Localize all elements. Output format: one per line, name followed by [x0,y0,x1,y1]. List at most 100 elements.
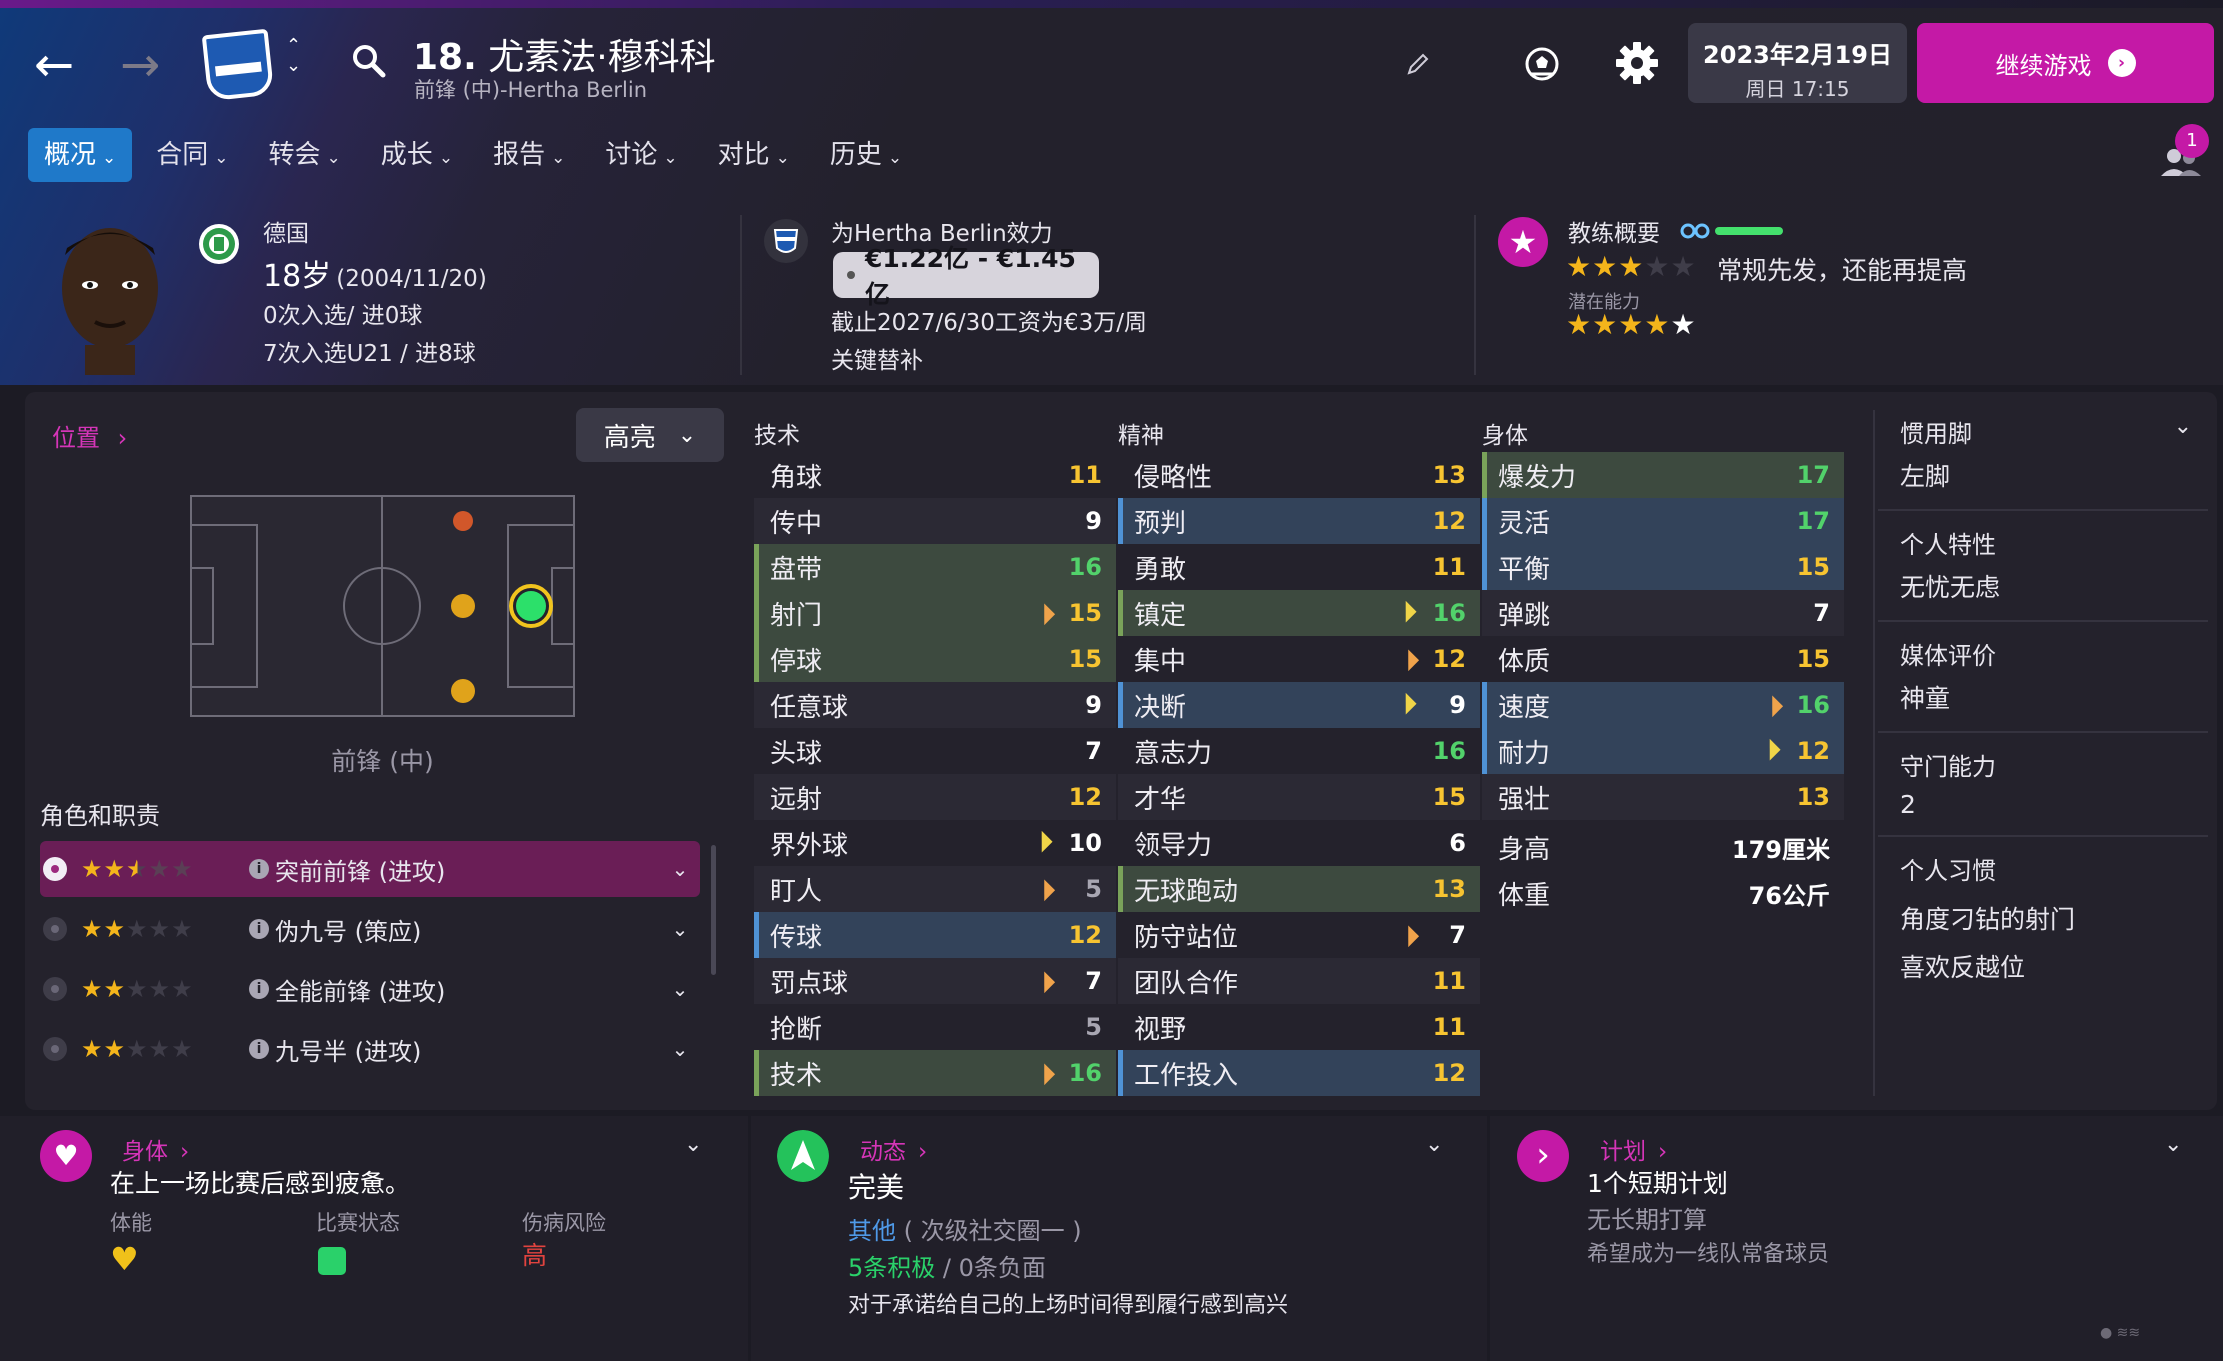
role-radio[interactable] [43,977,67,1001]
attribute-row[interactable]: 才华 15 [1118,774,1480,820]
form-label: 比赛状态 [316,1211,400,1235]
attribute-row[interactable]: 身高 179厘米 [1482,824,1844,870]
football-icon[interactable] [1522,44,1562,84]
attribute-row[interactable]: 速度 ◢ 16 [1482,682,1844,728]
chevron-down-icon[interactable]: ⌄ [2174,414,2192,439]
dynamics-link[interactable]: 动态 › [860,1132,927,1166]
info-icon[interactable]: i [249,919,269,939]
plan-wish: 希望成为一线队常备球员 [1587,1242,1830,1267]
attribute-row[interactable]: 勇敢 11 [1118,544,1480,590]
highlight-dropdown[interactable]: 高亮 ⌄ [576,408,724,462]
attribute-row[interactable]: 技术 ◢ 16 [754,1050,1116,1096]
back-arrow-icon[interactable]: ← [34,41,74,89]
attribute-row[interactable]: 领导力 6 [1118,820,1480,866]
attribute-row[interactable]: 灵活 17 [1482,498,1844,544]
transfer-value[interactable]: €1.22亿 - €1.45亿 [833,244,1099,309]
star-icon: ★ [81,1035,104,1063]
info-icon[interactable]: i [249,979,269,999]
tab-compare[interactable]: 对比 ⌄ [702,128,806,182]
attribute-row[interactable]: 远射 12 [754,774,1116,820]
attribute-row[interactable]: 罚点球 ◢ 7 [754,958,1116,1004]
plans-link[interactable]: 计划 › [1600,1132,1667,1166]
attribute-row[interactable]: 平衡 15 [1482,544,1844,590]
chevron-down-icon[interactable]: ⌄ [684,1132,702,1157]
attribute-row[interactable]: 抢断 5 [754,1004,1116,1050]
tab-contract[interactable]: 合同 ⌄ [140,128,244,182]
attribute-row[interactable]: 强壮 13 [1482,774,1844,820]
attribute-row[interactable]: 侵略性 13 [1118,452,1480,498]
continue-game-button[interactable]: 继续游戏 › [1917,23,2214,103]
tab-history[interactable]: 历史 ⌄ [814,128,918,182]
star-icon: ★ [171,1035,194,1063]
role-row[interactable]: ★★★★★ i 全能前锋 (进攻) ⌄ [40,961,700,1017]
forward-arrow-icon[interactable]: → [120,41,160,89]
attribute-row[interactable]: 盯人 ◢ 5 [754,866,1116,912]
chevron-down-icon[interactable]: ⌄ [660,977,700,1001]
attribute-row[interactable]: 弹跳 7 [1482,590,1844,636]
search-icon[interactable] [352,44,386,78]
attribute-row[interactable]: 体重 76公斤 [1482,870,1844,916]
tab-transfer[interactable]: 转会 ⌄ [253,128,357,182]
chevron-down-icon[interactable]: ⌄ [2164,1132,2182,1157]
role-row[interactable]: ★★★★★ i 伪九号 (策应) ⌄ [40,901,700,957]
role-radio[interactable] [43,917,67,941]
tab-overview[interactable]: 概况 ⌄ [28,128,133,182]
attribute-row[interactable]: 射门 ◢ 15 [754,590,1116,636]
date-display[interactable]: 2023年2月19日 周日 17:15 [1688,23,1907,103]
attribute-row[interactable]: 耐力 ◤ 12 [1482,728,1844,774]
player-title: 18. 尤素法·穆科科 [413,28,716,80]
info-icon[interactable]: i [249,859,269,879]
attribute-row[interactable]: 预判 12 [1118,498,1480,544]
hertha-crest-icon[interactable] [201,28,275,102]
chevron-down-icon[interactable]: ⌄ [660,857,700,881]
info-icon[interactable]: i [249,1039,269,1059]
attribute-row[interactable]: 传球 12 [754,912,1116,958]
attribute-row[interactable]: 爆发力 17 [1482,452,1844,498]
tab-reports[interactable]: 报告 ⌄ [477,128,581,182]
gear-icon[interactable] [1614,40,1660,86]
attribute-row[interactable]: 任意球 9 [754,682,1116,728]
role-name: 突前前锋 (进攻) [275,857,446,886]
attribute-name: 界外球 [770,830,849,861]
position-dot-orange [453,511,473,531]
attribute-row[interactable]: 角球 11 [754,452,1116,498]
attribute-row[interactable]: 无球跑动 13 [1118,866,1480,912]
physical-link[interactable]: 身体 › [122,1132,189,1166]
attribute-row[interactable]: 头球 7 [754,728,1116,774]
pencil-icon[interactable] [1403,49,1433,79]
role-row[interactable]: ★★★★★ i 九号半 (进攻) ⌄ [40,1021,700,1077]
attribute-row[interactable]: 界外球 ◤ 10 [754,820,1116,866]
chevron-down-icon[interactable]: ⌄ [1425,1132,1443,1157]
attribute-row[interactable]: 传中 9 [754,498,1116,544]
dynamics-arrow-icon [777,1130,829,1182]
attribute-row[interactable]: 防守站位 ◢ 7 [1118,912,1480,958]
preferred-foot[interactable]: 惯用脚 左脚 ⌄ [1878,400,2208,511]
role-radio[interactable] [43,857,67,881]
attribute-row[interactable]: 盘带 16 [754,544,1116,590]
tab-discuss[interactable]: 讨论 ⌄ [589,128,693,182]
attribute-row[interactable]: 工作投入 12 [1118,1050,1480,1096]
attribute-row[interactable]: 体质 15 [1482,636,1844,682]
attribute-row[interactable]: 决断 ◤ 9 [1118,682,1480,728]
physical-card [0,1116,748,1361]
attribute-row[interactable]: 意志力 16 [1118,728,1480,774]
attribute-value: 11 [1432,1013,1466,1041]
attribute-row[interactable]: 镇定 ◤ 16 [1118,590,1480,636]
attribute-row[interactable]: 停球 15 [754,636,1116,682]
chevron-down-icon: ⌄ [677,422,697,448]
role-radio[interactable] [43,1037,67,1061]
attribute-row[interactable]: 团队合作 11 [1118,958,1480,1004]
position-link[interactable]: 位置 › [52,418,127,453]
chevron-down-icon[interactable]: ⌄ [660,917,700,941]
club-switch-chevrons-icon[interactable]: ⌃ ⌄ [286,36,301,76]
notification-badge[interactable]: 1 [2175,124,2209,158]
roles-scrollbar[interactable] [711,845,716,975]
attribute-row[interactable]: 视野 11 [1118,1004,1480,1050]
attribute-name: 盯人 [770,876,823,907]
attribute-row[interactable]: 集中 ◢ 12 [1118,636,1480,682]
tab-development[interactable]: 成长 ⌄ [365,128,469,182]
chevron-right-icon: › [918,1139,928,1165]
attribute-value: 15 [1796,553,1830,581]
chevron-down-icon[interactable]: ⌄ [660,1037,700,1061]
role-row[interactable]: ★★★★★ i 突前前锋 (进攻) ⌄ [40,841,700,897]
